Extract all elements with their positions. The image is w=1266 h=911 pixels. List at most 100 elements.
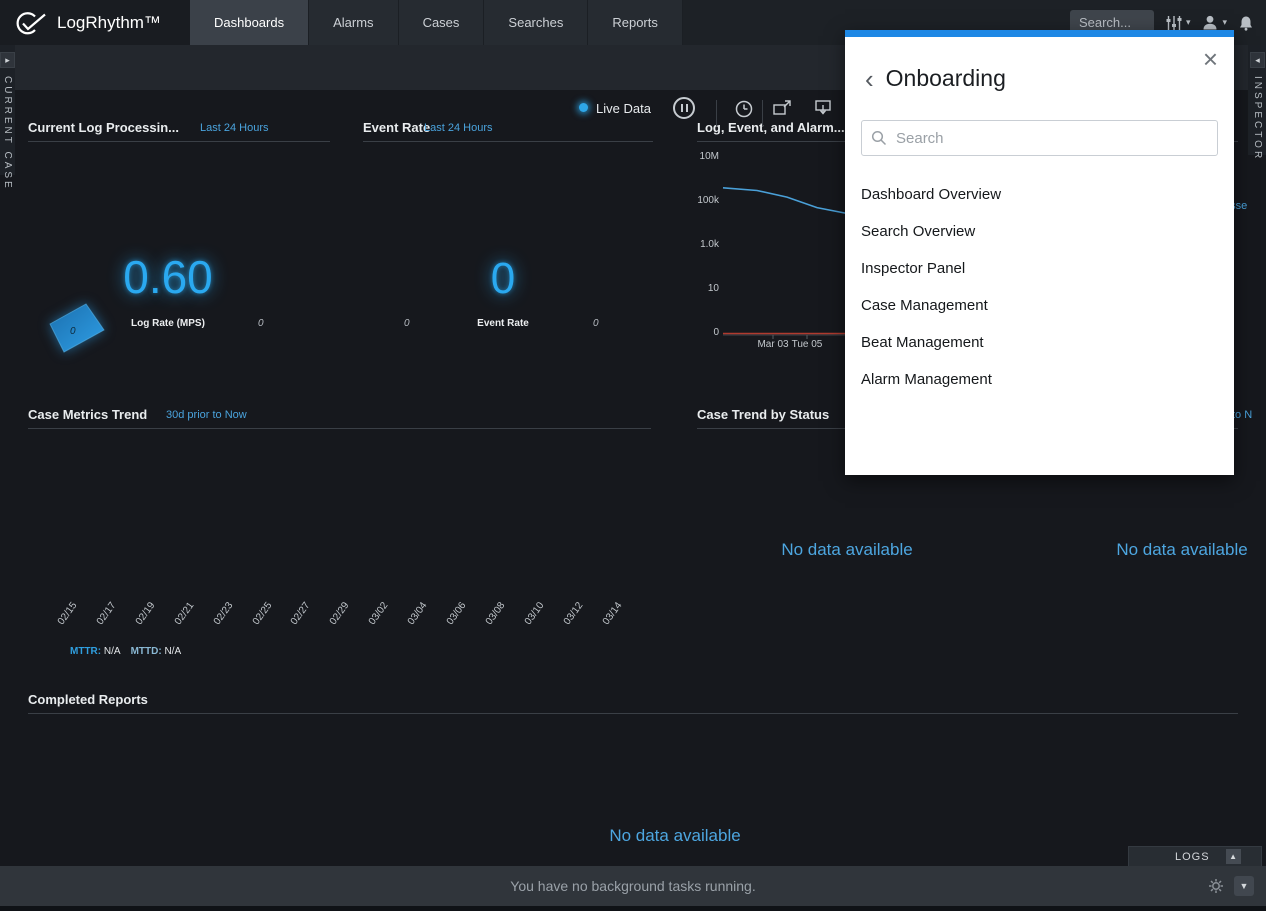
completed-reports-no-data: No data available (560, 826, 790, 846)
logs-tray-tab[interactable]: LOGS ▲ (1128, 846, 1262, 866)
panel-title-event-rate: Event Rate (363, 120, 430, 135)
popup-search (861, 120, 1218, 156)
status-bar: You have no background tasks running. ▼ (0, 866, 1266, 906)
log-event-alarm-chart: 10M100k1.0k100 Mar 03Tue 05 (697, 140, 867, 355)
divider (28, 141, 330, 142)
date-tick: 02/27 (277, 600, 313, 644)
popup-title: Onboarding (886, 65, 1006, 92)
onboarding-popup: × ‹ Onboarding Dashboard OverviewSearch … (845, 30, 1234, 475)
collapse-statusbar-button[interactable]: ▼ (1234, 876, 1254, 896)
tab-searches[interactable]: Searches (484, 0, 588, 45)
date-tick: 02/15 (44, 600, 80, 644)
svg-text:0: 0 (70, 326, 76, 337)
inspector-tab[interactable]: INSPECTOR (1252, 76, 1263, 161)
tab-cases[interactable]: Cases (399, 0, 485, 45)
divider (28, 428, 651, 429)
date-tick: 02/29 (316, 600, 352, 644)
panel-range-case-metrics: 30d prior to Now (166, 409, 247, 421)
settings-button[interactable] (1208, 878, 1224, 899)
date-tick: 03/08 (471, 600, 507, 644)
popout-dashboard-button[interactable] (772, 99, 792, 122)
live-data-indicator-icon (579, 103, 588, 112)
date-tick: 02/19 (121, 600, 157, 644)
current-case-tab[interactable]: CURRENT CASE (2, 76, 13, 191)
tab-alarms[interactable]: Alarms (309, 0, 398, 45)
user-icon (1201, 14, 1219, 31)
date-tick: 03/12 (549, 600, 585, 644)
arrow-down-icon: ▼ (1240, 881, 1249, 891)
bell-icon (1238, 15, 1254, 31)
x-tick: Tue 05 (785, 339, 829, 350)
panel-title-log-processing: Current Log Processin... (28, 120, 179, 135)
brand: LogRhythm™ (0, 0, 203, 45)
popup-header: ‹ Onboarding (845, 37, 1234, 92)
toolbar-divider (716, 100, 717, 126)
log-rate-gauge-max: 0 (258, 318, 264, 329)
export-icon (814, 99, 834, 117)
panel-title-log-event-alarm: Log, Event, and Alarm... (697, 120, 845, 135)
case-metrics-legend: MTTR: N/A MTTD: N/A (70, 646, 181, 657)
event-rate-value: 0 (428, 254, 578, 304)
background-tasks-message: You have no background tasks running. (510, 878, 755, 894)
chevron-down-icon: ▾ (1222, 18, 1227, 27)
onboarding-item[interactable]: Search Overview (861, 213, 1218, 250)
date-tick: 03/10 (510, 600, 546, 644)
expand-current-case-button[interactable]: ▸ (0, 52, 15, 68)
date-tick: 02/17 (82, 600, 118, 644)
chevron-down-icon: ▾ (1186, 18, 1191, 27)
pause-button[interactable] (673, 97, 695, 119)
expand-inspector-button[interactable]: ◂ (1250, 52, 1265, 68)
time-range-button[interactable] (734, 99, 754, 124)
event-rate-gauge-max: 0 (593, 318, 599, 329)
tab-dashboards[interactable]: Dashboards (190, 0, 309, 45)
toolbar-divider (762, 100, 763, 126)
back-chevron-icon[interactable]: ‹ (865, 66, 874, 92)
panel-title-case-trend: Case Trend by Status (697, 407, 829, 422)
mttd-value: N/A (164, 646, 181, 657)
clock-icon (734, 99, 754, 119)
y-tick: 10M (697, 151, 719, 162)
date-tick: 02/23 (199, 600, 235, 644)
y-tick: 10 (697, 283, 719, 294)
arrow-up-icon: ▲ (1229, 852, 1237, 861)
close-icon[interactable]: × (1203, 46, 1218, 72)
expand-logs-button[interactable]: ▲ (1226, 849, 1241, 864)
divider (28, 713, 1238, 714)
case-trend-no-data-left: No data available (752, 540, 942, 560)
y-tick: 1.0k (697, 239, 719, 250)
user-menu-button[interactable]: ▾ (1201, 14, 1227, 31)
bottom-strip (0, 906, 1266, 911)
gear-icon (1208, 878, 1224, 894)
panel-range-log-processing: Last 24 Hours (200, 122, 268, 134)
date-tick: 03/06 (433, 600, 469, 644)
tab-reports[interactable]: Reports (588, 0, 683, 45)
panel-range-case-trend-fragment: to N (1232, 409, 1252, 421)
export-dashboard-button[interactable] (814, 99, 834, 122)
date-tick: 02/21 (160, 600, 196, 644)
divider (363, 141, 653, 142)
notifications-button[interactable] (1238, 15, 1254, 31)
date-tick: 03/04 (394, 600, 430, 644)
onboarding-item[interactable]: Alarm Management (861, 361, 1218, 398)
panel-title-case-metrics: Case Metrics Trend (28, 407, 147, 422)
case-trend-no-data-right: No data available (1087, 540, 1266, 560)
onboarding-item[interactable]: Case Management (861, 287, 1218, 324)
onboarding-item[interactable]: Inspector Panel (861, 250, 1218, 287)
event-rate-gauge-min: 0 (404, 318, 410, 329)
logrhythm-logo-icon (14, 11, 48, 35)
filters-menu-button[interactable]: ▾ (1165, 15, 1191, 31)
onboarding-item[interactable]: Beat Management (861, 324, 1218, 361)
nav-tabs: DashboardsAlarmsCasesSearchesReports (190, 0, 683, 45)
log-rate-label: Log Rate (MPS) (93, 318, 243, 329)
live-data-label[interactable]: Live Data (596, 101, 651, 116)
popout-icon (772, 99, 792, 117)
onboarding-item[interactable]: Dashboard Overview (861, 176, 1218, 213)
onboarding-search-input[interactable] (861, 120, 1218, 156)
event-rate-label: Event Rate (428, 318, 578, 329)
onboarding-list: Dashboard OverviewSearch OverviewInspect… (861, 176, 1218, 398)
mttr-value: N/A (104, 646, 121, 657)
y-tick: 0 (697, 327, 719, 338)
lea-line-0 (723, 188, 862, 217)
logs-tray-label: LOGS (1175, 851, 1210, 863)
date-tick: 02/25 (238, 600, 274, 644)
